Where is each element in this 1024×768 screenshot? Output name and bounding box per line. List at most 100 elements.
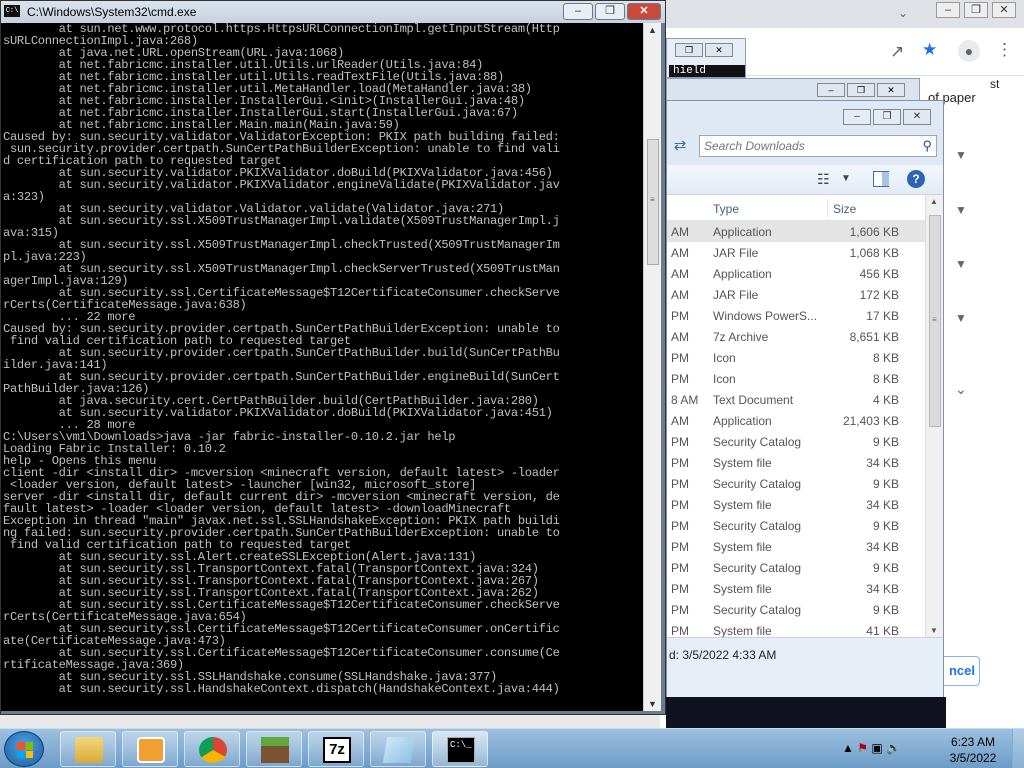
maximize-button[interactable]: ❐ — [873, 109, 901, 125]
chevron-down-icon[interactable]: ▼ — [955, 257, 967, 271]
scrollbar-grip-icon: ≡ — [932, 315, 937, 324]
search-icon[interactable]: ⚲ — [922, 138, 932, 154]
taskbar-7zip-button[interactable]: 7z — [308, 731, 364, 767]
scroll-down-arrow-icon[interactable]: ▼ — [648, 699, 657, 709]
file-row[interactable]: PM Security Catalog 9 KB — [667, 515, 929, 536]
console-line: at sun.security.validator.PKIXValidator.… — [3, 178, 560, 192]
file-row[interactable]: 8 AM Text Document 4 KB — [667, 389, 929, 410]
close-button[interactable]: ✕ — [903, 109, 931, 125]
close-button[interactable]: ✕ — [627, 3, 661, 20]
file-row[interactable]: PM System file 34 KB — [667, 536, 929, 557]
scroll-down-arrow-icon[interactable]: ▼ — [930, 626, 938, 635]
file-row[interactable]: AM JAR File 172 KB — [667, 284, 929, 305]
menu-dots-icon[interactable]: ⋮ — [996, 40, 1013, 60]
taskbar-explorer-button[interactable] — [60, 731, 116, 767]
file-type: Icon — [713, 351, 736, 365]
help-icon[interactable]: ? — [907, 170, 925, 188]
file-row[interactable]: AM 7z Archive 8,651 KB — [667, 326, 929, 347]
chevron-down-icon[interactable]: ▼ — [955, 311, 967, 325]
chevron-down-icon[interactable]: ▼ — [955, 203, 967, 217]
details-date-text: d: 3/5/2022 4:33 AM — [669, 648, 777, 662]
chevron-down-icon[interactable]: ⌄ — [898, 6, 908, 20]
chevron-down-icon[interactable]: ▼ — [841, 173, 851, 184]
minimize-button[interactable]: – — [843, 109, 871, 125]
refresh-icon[interactable]: ⇄ — [669, 135, 691, 157]
close-button[interactable]: ✕ — [877, 83, 905, 97]
file-date: PM — [671, 540, 689, 554]
minimize-button[interactable]: – — [936, 2, 960, 18]
taskbar-chrome-button[interactable] — [184, 731, 240, 767]
file-row[interactable]: AM Application 21,403 KB — [667, 410, 929, 431]
file-type: System file — [713, 456, 772, 470]
background-explorer-window: – ❐ ✕ — [666, 78, 920, 102]
scroll-up-arrow-icon[interactable]: ▲ — [930, 197, 938, 206]
taskbar-notepad-button[interactable] — [370, 731, 426, 767]
preview-pane-icon[interactable] — [873, 171, 889, 187]
file-row[interactable]: AM JAR File 1,068 KB — [667, 242, 929, 263]
column-header-type[interactable]: Type — [713, 202, 739, 216]
start-button[interactable] — [4, 731, 44, 767]
file-row[interactable]: PM Icon 8 KB — [667, 368, 929, 389]
chevron-down-icon[interactable]: ⌄ — [955, 381, 967, 398]
close-button[interactable]: ✕ — [992, 2, 1016, 18]
file-type: Icon — [713, 372, 736, 386]
search-box[interactable]: ⚲ — [699, 135, 937, 157]
cmd-window: C:\ C:\Windows\System32\cmd.exe – ❐ ✕ at… — [0, 0, 666, 715]
maximize-button[interactable]: ❐ — [847, 83, 875, 97]
network-icon[interactable]: ▣ — [871, 741, 882, 755]
maximize-button[interactable]: ❐ — [595, 3, 625, 20]
clock[interactable]: 6:23 AM 3/5/2022 — [940, 734, 1006, 766]
cmd-title-bar[interactable]: C:\ C:\Windows\System32\cmd.exe – ❐ ✕ — [1, 1, 665, 23]
file-date: AM — [671, 246, 689, 260]
file-row[interactable]: PM Security Catalog 9 KB — [667, 431, 929, 452]
scroll-up-arrow-icon[interactable]: ▲ — [648, 25, 657, 35]
column-header-size[interactable]: Size — [833, 202, 856, 216]
console-scrollbar[interactable]: ▲ ≡ ▼ — [643, 23, 661, 711]
show-hidden-icons-icon[interactable]: ▲ — [842, 741, 854, 755]
maximize-button[interactable]: ❐ — [964, 2, 988, 18]
file-type: System file — [713, 582, 772, 596]
view-options-icon[interactable]: ☷ — [817, 171, 830, 188]
file-type: Security Catalog — [713, 435, 802, 449]
chevron-down-icon[interactable]: ▼ — [955, 148, 967, 162]
close-button[interactable]: ✕ — [705, 43, 733, 57]
file-row[interactable]: PM System file 34 KB — [667, 452, 929, 473]
file-row[interactable]: PM Windows PowerS... 17 KB — [667, 305, 929, 326]
file-row[interactable]: PM Security Catalog 9 KB — [667, 599, 929, 620]
file-row[interactable]: PM System file 34 KB — [667, 578, 929, 599]
volume-icon[interactable]: 🔈 — [886, 741, 901, 755]
bookmark-star-icon[interactable]: ★ — [922, 40, 937, 60]
minimize-button[interactable]: – — [817, 83, 845, 97]
details-pane: d: 3/5/2022 4:33 AM — [667, 637, 943, 697]
file-date: PM — [671, 582, 689, 596]
restore-button[interactable]: ❐ — [675, 43, 703, 57]
file-row[interactable]: PM Icon 8 KB — [667, 347, 929, 368]
minimize-button[interactable]: – — [563, 3, 593, 20]
file-type: Security Catalog — [713, 603, 802, 617]
taskbar-minecraft-button[interactable] — [246, 731, 302, 767]
taskbar-cmd-button[interactable]: C:\_ — [432, 731, 488, 767]
taskbar-media-player-button[interactable] — [122, 731, 178, 767]
profile-avatar-icon[interactable]: ● — [958, 40, 980, 62]
file-row[interactable]: PM System file 34 KB — [667, 494, 929, 515]
file-type: Text Document — [713, 393, 794, 407]
file-date: PM — [671, 351, 689, 365]
show-desktop-button[interactable] — [1012, 729, 1024, 768]
action-center-flag-icon[interactable]: ⚑ — [857, 741, 868, 755]
file-date: PM — [671, 624, 689, 637]
search-input[interactable] — [704, 138, 914, 154]
file-row[interactable]: PM System file 41 KB — [667, 620, 929, 637]
file-row[interactable]: PM Security Catalog 9 KB — [667, 473, 929, 494]
share-icon[interactable]: ↗ — [890, 42, 904, 62]
console-output[interactable]: at sun.net.www.protocol.https.HttpsURLCo… — [1, 23, 643, 711]
window-controls: – ❐ ✕ — [817, 83, 905, 97]
file-row[interactable]: AM Application 456 KB — [667, 263, 929, 284]
file-date: PM — [671, 561, 689, 575]
file-list-scrollbar[interactable]: ▲ ≡ ▼ — [925, 195, 943, 637]
file-row[interactable]: PM Security Catalog 9 KB — [667, 557, 929, 578]
file-row[interactable]: AM Application 1,606 KB — [667, 221, 929, 242]
file-size: 9 KB — [872, 603, 899, 617]
file-size: 8,651 KB — [849, 330, 899, 344]
column-divider[interactable] — [827, 199, 828, 217]
cancel-button[interactable]: ncel — [940, 656, 980, 686]
